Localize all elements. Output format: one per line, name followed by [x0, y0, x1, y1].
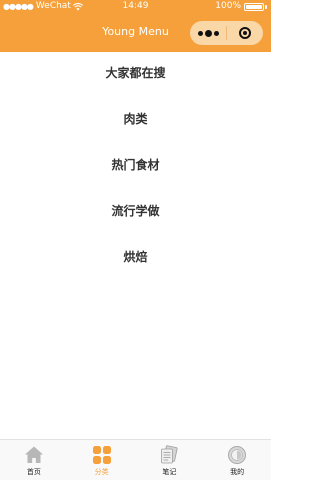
close-mini-program-button[interactable] — [227, 21, 263, 45]
category-icon — [92, 446, 111, 464]
tab-category[interactable]: 分类 — [68, 440, 136, 480]
more-dot-icon — [213, 30, 219, 36]
profile-icon — [228, 446, 247, 464]
target-icon — [239, 27, 251, 39]
tab-category-label: 分类 — [94, 468, 109, 476]
category-item-baking[interactable]: 烘焙 — [0, 236, 271, 282]
category-list: 大家都在搜 肉类 热门食材 流行学做 烘焙 — [0, 52, 271, 282]
category-item-popular-search[interactable]: 大家都在搜 — [0, 52, 271, 98]
more-dot-icon — [204, 29, 212, 37]
navigation-header: ●●●●● WeChat 14:49 100% Young Menu — [0, 0, 271, 52]
status-bar: ●●●●● WeChat 14:49 100% — [0, 0, 271, 13]
battery-indicator: 100% — [215, 0, 267, 13]
category-item-meat[interactable]: 肉类 — [0, 98, 271, 144]
battery-percentage: 100% — [215, 1, 241, 11]
tab-profile-label: 我的 — [230, 468, 245, 476]
notes-icon — [161, 445, 178, 464]
more-dot-icon — [197, 30, 203, 36]
bottom-tab-bar: 首页 分类 笔记 我的 — [0, 439, 271, 480]
category-item-hot-ingredients[interactable]: 热门食材 — [0, 144, 271, 190]
tab-home[interactable]: 首页 — [0, 440, 68, 480]
mini-program-capsule — [190, 21, 263, 45]
home-icon — [24, 446, 43, 463]
tab-notes-label: 笔记 — [162, 468, 177, 476]
tab-home-label: 首页 — [26, 468, 41, 476]
tab-profile[interactable]: 我的 — [203, 440, 271, 480]
more-options-button[interactable] — [190, 21, 226, 45]
battery-tip — [265, 4, 267, 9]
tab-notes[interactable]: 笔记 — [136, 440, 204, 480]
category-item-trending[interactable]: 流行学做 — [0, 190, 271, 236]
battery-icon — [244, 2, 264, 11]
